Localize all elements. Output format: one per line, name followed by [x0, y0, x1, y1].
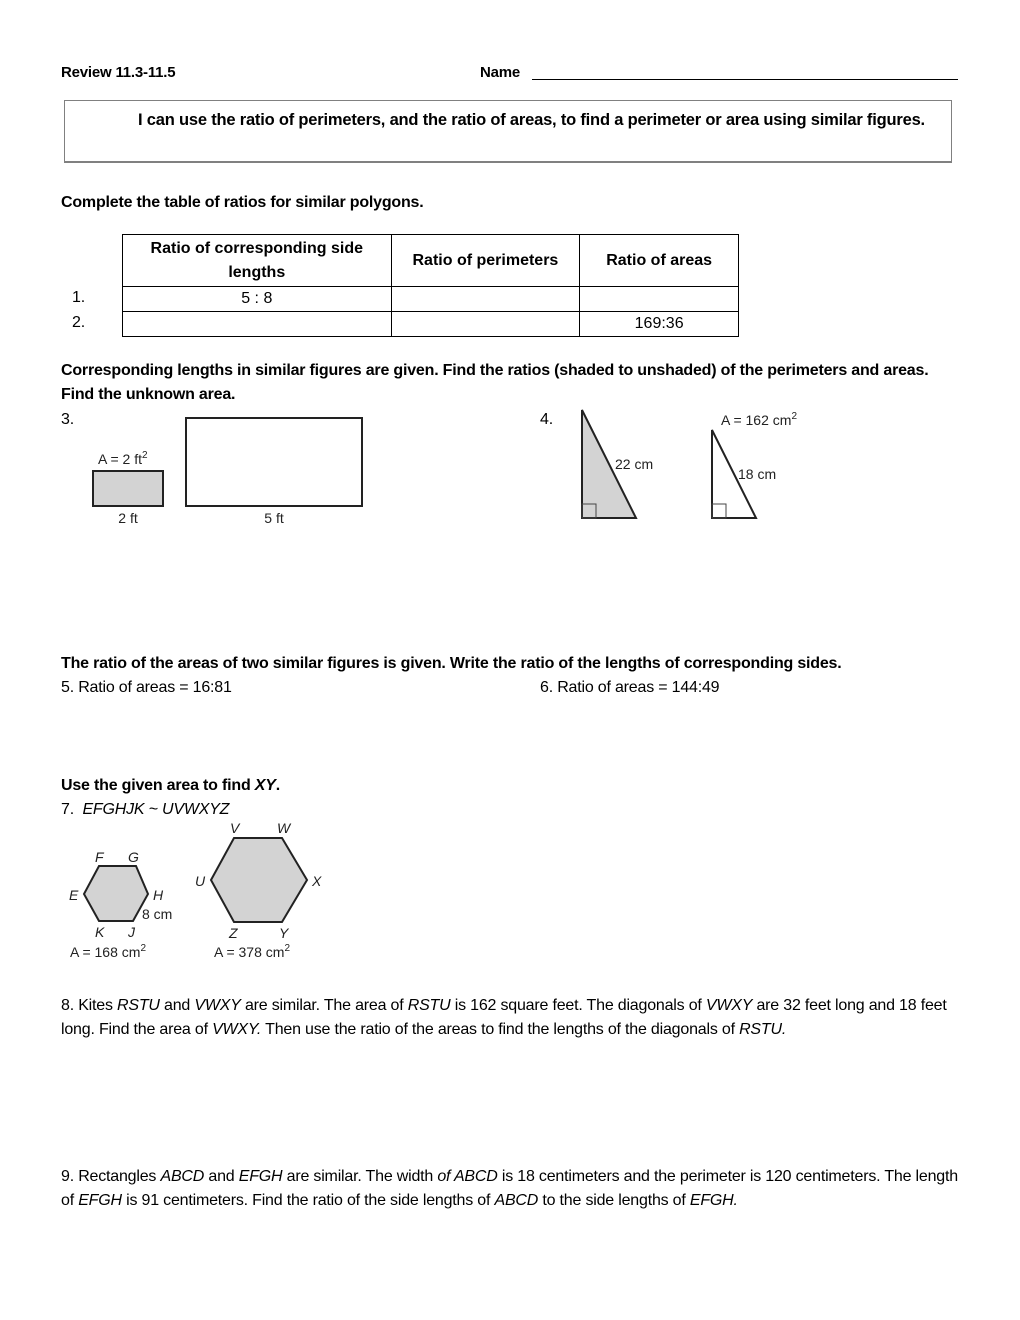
- vertex-label: G: [128, 849, 139, 865]
- xy-instruction-prefix: Use the given area to find: [61, 777, 255, 794]
- vertex-label: K: [95, 924, 105, 940]
- text-run: 9. Rectangles: [61, 1168, 161, 1185]
- hexagon-efghjk: [82, 865, 150, 922]
- text-run: are similar. The width: [282, 1168, 438, 1185]
- vertex-label: W: [277, 820, 292, 836]
- vertex-label: Y: [279, 925, 290, 941]
- text-run: ABCD: [160, 1168, 205, 1185]
- problem-6: 6. Ratio of areas = 144:49: [540, 679, 720, 696]
- problem-7-number: 7.: [61, 801, 74, 818]
- shaded-area-label: A = 2 ft2: [98, 450, 148, 467]
- large-hex-area-label: A = 378 cm2: [214, 943, 290, 960]
- text-run: RSTU: [407, 997, 451, 1014]
- unshaded-rectangle: [185, 417, 363, 507]
- problem-7: 7. EFGHJK ~ UVWXYZ: [61, 798, 229, 822]
- text-run: of ABCD: [437, 1168, 498, 1185]
- text-run: and: [204, 1168, 239, 1185]
- side-jh-label: 8 cm: [142, 906, 172, 922]
- text-run: VWXY: [194, 997, 241, 1014]
- text-run: RSTU.: [739, 1021, 787, 1038]
- xy-instruction-var: XY: [254, 777, 276, 794]
- vertex-label: J: [127, 924, 136, 940]
- shaded-side-label: 2 ft: [118, 510, 138, 526]
- problem-8: 8. Kites RSTU and VWXY are similar. The …: [61, 994, 961, 1042]
- problem-7-statement: EFGHJK ~ UVWXYZ: [82, 801, 230, 818]
- problem-5: 5. Ratio of areas = 16:81: [61, 679, 232, 696]
- vertex-label: U: [195, 873, 206, 889]
- text-run: EFGH: [238, 1168, 283, 1185]
- text-run: EFGH: [78, 1192, 122, 1209]
- problem-9: 9. Rectangles ABCD and EFGH are similar.…: [61, 1165, 961, 1213]
- vertex-label: H: [153, 887, 164, 903]
- unshaded-area-label: A = 162 cm2: [721, 411, 797, 428]
- text-run: 8. Kites: [61, 997, 118, 1014]
- text-run: to the side lengths of: [538, 1192, 690, 1209]
- vertex-label: V: [230, 820, 241, 836]
- vertex-label: F: [95, 849, 105, 865]
- vertex-label: E: [69, 887, 79, 903]
- text-run: RSTU: [117, 997, 160, 1014]
- text-run: Then use the ratio of the areas to find …: [261, 1021, 740, 1038]
- xy-instruction-suffix: .: [275, 777, 280, 794]
- text-run: is 91 centimeters. Find the ratio of the…: [121, 1192, 495, 1209]
- text-run: is 162 square feet. The diagonals of: [450, 997, 706, 1014]
- vertex-label: Z: [228, 925, 238, 941]
- hexagon-uvwxyz: [209, 837, 309, 923]
- shaded-hypotenuse-label: 22 cm: [615, 456, 653, 472]
- unshaded-side-label: 5 ft: [264, 510, 284, 526]
- xy-instruction: Use the given area to find XY.: [61, 774, 280, 798]
- shaded-rectangle: [92, 470, 164, 507]
- vertex-label: X: [311, 873, 322, 889]
- unshaded-hypotenuse-label: 18 cm: [738, 466, 776, 482]
- text-run: ABCD: [494, 1192, 539, 1209]
- text-run: and: [159, 997, 195, 1014]
- text-run: are similar. The area of: [240, 997, 408, 1014]
- small-hex-area-label: A = 168 cm2: [70, 943, 146, 960]
- text-run: VWXY: [705, 997, 753, 1014]
- area-ratio-instruction: The ratio of the areas of two similar fi…: [61, 655, 842, 672]
- text-run: EFGH.: [689, 1192, 738, 1209]
- text-run: VWXY.: [212, 1021, 262, 1038]
